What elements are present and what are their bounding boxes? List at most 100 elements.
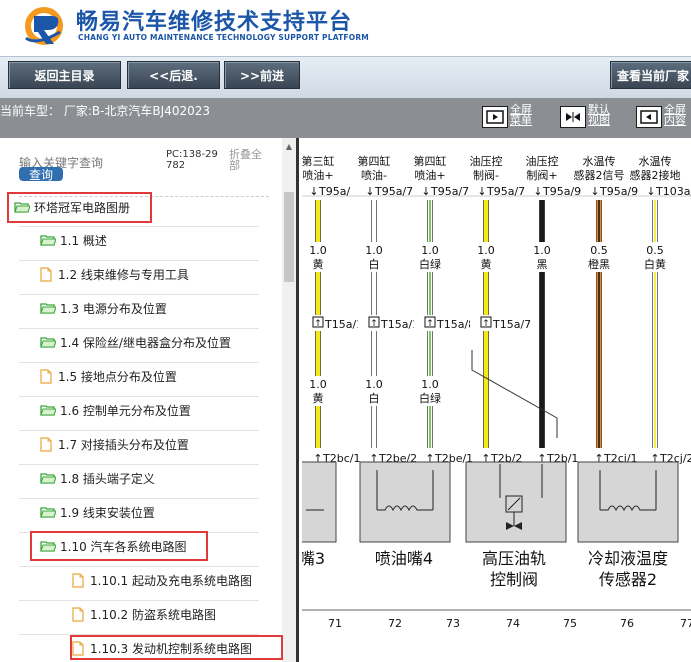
vehicle-info-bar: 当前车型： 厂家:B-北京汽车BJ402023 全屏菜单 默认视图 全屏内容 — [0, 98, 691, 138]
tree-item-1-10[interactable]: 1.10 汽车各系统电路图 — [40, 530, 187, 562]
column-header: 第三缸 — [302, 154, 335, 168]
brand-title: 畅易汽车维修技术支持平台 — [76, 10, 353, 35]
connector-label: T15a/7 — [492, 318, 531, 331]
pin-arrow-icon: ↓ — [533, 185, 542, 198]
back-button[interactable]: <<后退. — [127, 61, 220, 89]
pin-arrow-icon: ↓ — [477, 185, 486, 198]
fullscreen-content-icon — [636, 106, 662, 128]
column-header: 喷油- — [361, 168, 387, 182]
document-icon — [72, 572, 84, 588]
component-label: 喷油嘴4 — [375, 549, 433, 568]
pin-arrow-icon: ↓ — [365, 185, 374, 198]
sidebar: 输入关键字查询 查询 PC:138-29782 折叠全部 ▲ 环塔冠军电路图册 … — [0, 138, 299, 662]
collapse-all-link[interactable]: 折叠全部 — [229, 149, 267, 171]
connector-arrow-icon: ↑ — [426, 319, 434, 329]
component-label: 传感器2 — [599, 570, 657, 589]
document-icon — [72, 606, 84, 622]
wire-color: 白 — [369, 391, 380, 405]
tree-item-1-3[interactable]: 1.3 电源分布及位置 — [40, 292, 167, 324]
pin-arrow-icon: ↓ — [646, 185, 655, 198]
column-header: 油压控 — [470, 154, 503, 168]
folder-open-icon — [40, 337, 56, 348]
column-header: 油压控 — [526, 154, 559, 168]
wire-gauge: 1.0 — [421, 244, 439, 257]
wiring-diagram[interactable]: 第三缸 喷油+ ↓ T95a/1.0 黄 ↑ T15a/1 1.0 黄 ↑ T2bc/1 第四缸 喷油-… — [302, 138, 691, 662]
wire-color: 黑 — [537, 258, 548, 271]
wire-gauge: 0.5 — [646, 244, 664, 257]
tree-item-label: 1.7 对接插头分布及位置 — [58, 437, 189, 452]
tree-item-1-5[interactable]: 1.5 接地点分布及位置 — [40, 360, 177, 392]
component-label: 嘴3 — [302, 549, 325, 568]
pin-label: T103a/5 — [655, 185, 691, 198]
pin-arrow-icon: ↓ — [421, 185, 430, 198]
component-box — [577, 461, 679, 543]
tree-item-label: 1.2 线束维修与专用工具 — [58, 267, 189, 282]
column-header: 第四缸 — [358, 154, 391, 168]
connector-arrow-icon: ↑ — [482, 319, 490, 329]
tree-item-1-4[interactable]: 1.4 保险丝/继电器盒分布及位置 — [40, 326, 231, 358]
column-header: 制阀- — [473, 168, 499, 182]
wire-gauge: 1.0 — [421, 378, 439, 391]
fullscreen-content-button[interactable]: 全屏内容 — [636, 104, 690, 132]
column-header: 感器2信号 — [574, 169, 625, 182]
folder-open-icon — [40, 473, 56, 484]
wire-color: 黄 — [313, 391, 324, 405]
logo-icon — [25, 7, 63, 45]
tree-item-1-2[interactable]: 1.2 线束维修与专用工具 — [40, 258, 189, 290]
pin-arrow-icon: ↓ — [309, 185, 318, 198]
document-icon — [40, 266, 52, 282]
home-button[interactable]: 返回主目录 — [8, 61, 121, 89]
tree-item-label: 环塔冠军电路图册 — [34, 200, 131, 215]
pin-label: T95a/ — [318, 185, 350, 198]
pc-code: PC:138-29782 — [166, 149, 218, 171]
tree-item-1-9[interactable]: 1.9 线束安装位置 — [40, 496, 155, 528]
wire-gauge: 1.0 — [365, 244, 383, 257]
tree-item-1-10-1[interactable]: 1.10.1 起动及充电系统电路图 — [72, 564, 252, 596]
default-view-icon — [560, 106, 586, 128]
toolbar: 返回主目录 <<后退. >>前进 查看当前厂家 — [0, 56, 691, 98]
component-label: 高压油轨 — [482, 549, 546, 568]
wire-color: 白绿 — [419, 391, 441, 405]
pin-label: T95a/9 — [599, 185, 638, 198]
ruler-number: 72 — [388, 617, 402, 630]
pin-label: T95a/7 — [374, 185, 413, 198]
wire-gauge: 0.5 — [590, 244, 608, 257]
component-label: 控制阀 — [490, 570, 538, 589]
forward-button[interactable]: >>前进 — [224, 61, 300, 89]
fullscreen-content-label: 全屏内容 — [664, 103, 686, 127]
view-current-button[interactable]: 查看当前厂家 — [610, 61, 691, 89]
column-header: 喷油+ — [414, 168, 445, 182]
tree-item-label: 1.8 插头端子定义 — [60, 471, 155, 486]
document-icon — [72, 640, 84, 656]
tree-item-root[interactable]: 环塔冠军电路图册 — [14, 191, 130, 223]
wire-color: 黄 — [313, 257, 324, 271]
folder-open-icon — [40, 507, 56, 518]
default-view-label: 默认视图 — [588, 103, 610, 127]
pin-label: T95a/7 — [430, 185, 469, 198]
connector-arrow-icon: ↑ — [314, 319, 322, 329]
pin-label: T95a/7 — [486, 185, 525, 198]
default-view-button[interactable]: 默认视图 — [560, 104, 614, 132]
tree-item-label: 1.9 线束安装位置 — [60, 505, 155, 520]
fullscreen-menu-button[interactable]: 全屏菜单 — [482, 104, 536, 132]
wire-gauge: 1.0 — [365, 378, 383, 391]
tree-item-1-10-2[interactable]: 1.10.2 防盗系统电路图 — [72, 598, 216, 630]
scroll-up-icon[interactable]: ▲ — [282, 142, 296, 151]
tree-item-1-10-3[interactable]: 1.10.3 发动机控制系统电路图 — [72, 632, 252, 662]
tree-item-1-1[interactable]: 1.1 概述 — [40, 224, 107, 256]
wire-gauge: 1.0 — [309, 244, 327, 257]
current-vehicle: 当前车型： 厂家:B-北京汽车BJ402023 — [0, 104, 211, 118]
fullscreen-menu-icon — [482, 106, 508, 128]
tree-item-1-6[interactable]: 1.6 控制单元分布及位置 — [40, 394, 191, 426]
folder-open-icon — [40, 303, 56, 314]
folder-open-icon — [40, 541, 56, 552]
document-icon — [40, 368, 52, 384]
column-header: 水温传 — [639, 155, 672, 168]
ruler-number: 75 — [563, 617, 577, 630]
wire-color: 白绿 — [419, 257, 441, 271]
scrollbar-thumb[interactable] — [284, 192, 294, 282]
pin-arrow-icon: ↓ — [590, 185, 599, 198]
tree-item-1-8[interactable]: 1.8 插头端子定义 — [40, 462, 155, 494]
search-button[interactable]: 查询 — [19, 167, 63, 182]
tree-item-1-7[interactable]: 1.7 对接插头分布及位置 — [40, 428, 189, 460]
